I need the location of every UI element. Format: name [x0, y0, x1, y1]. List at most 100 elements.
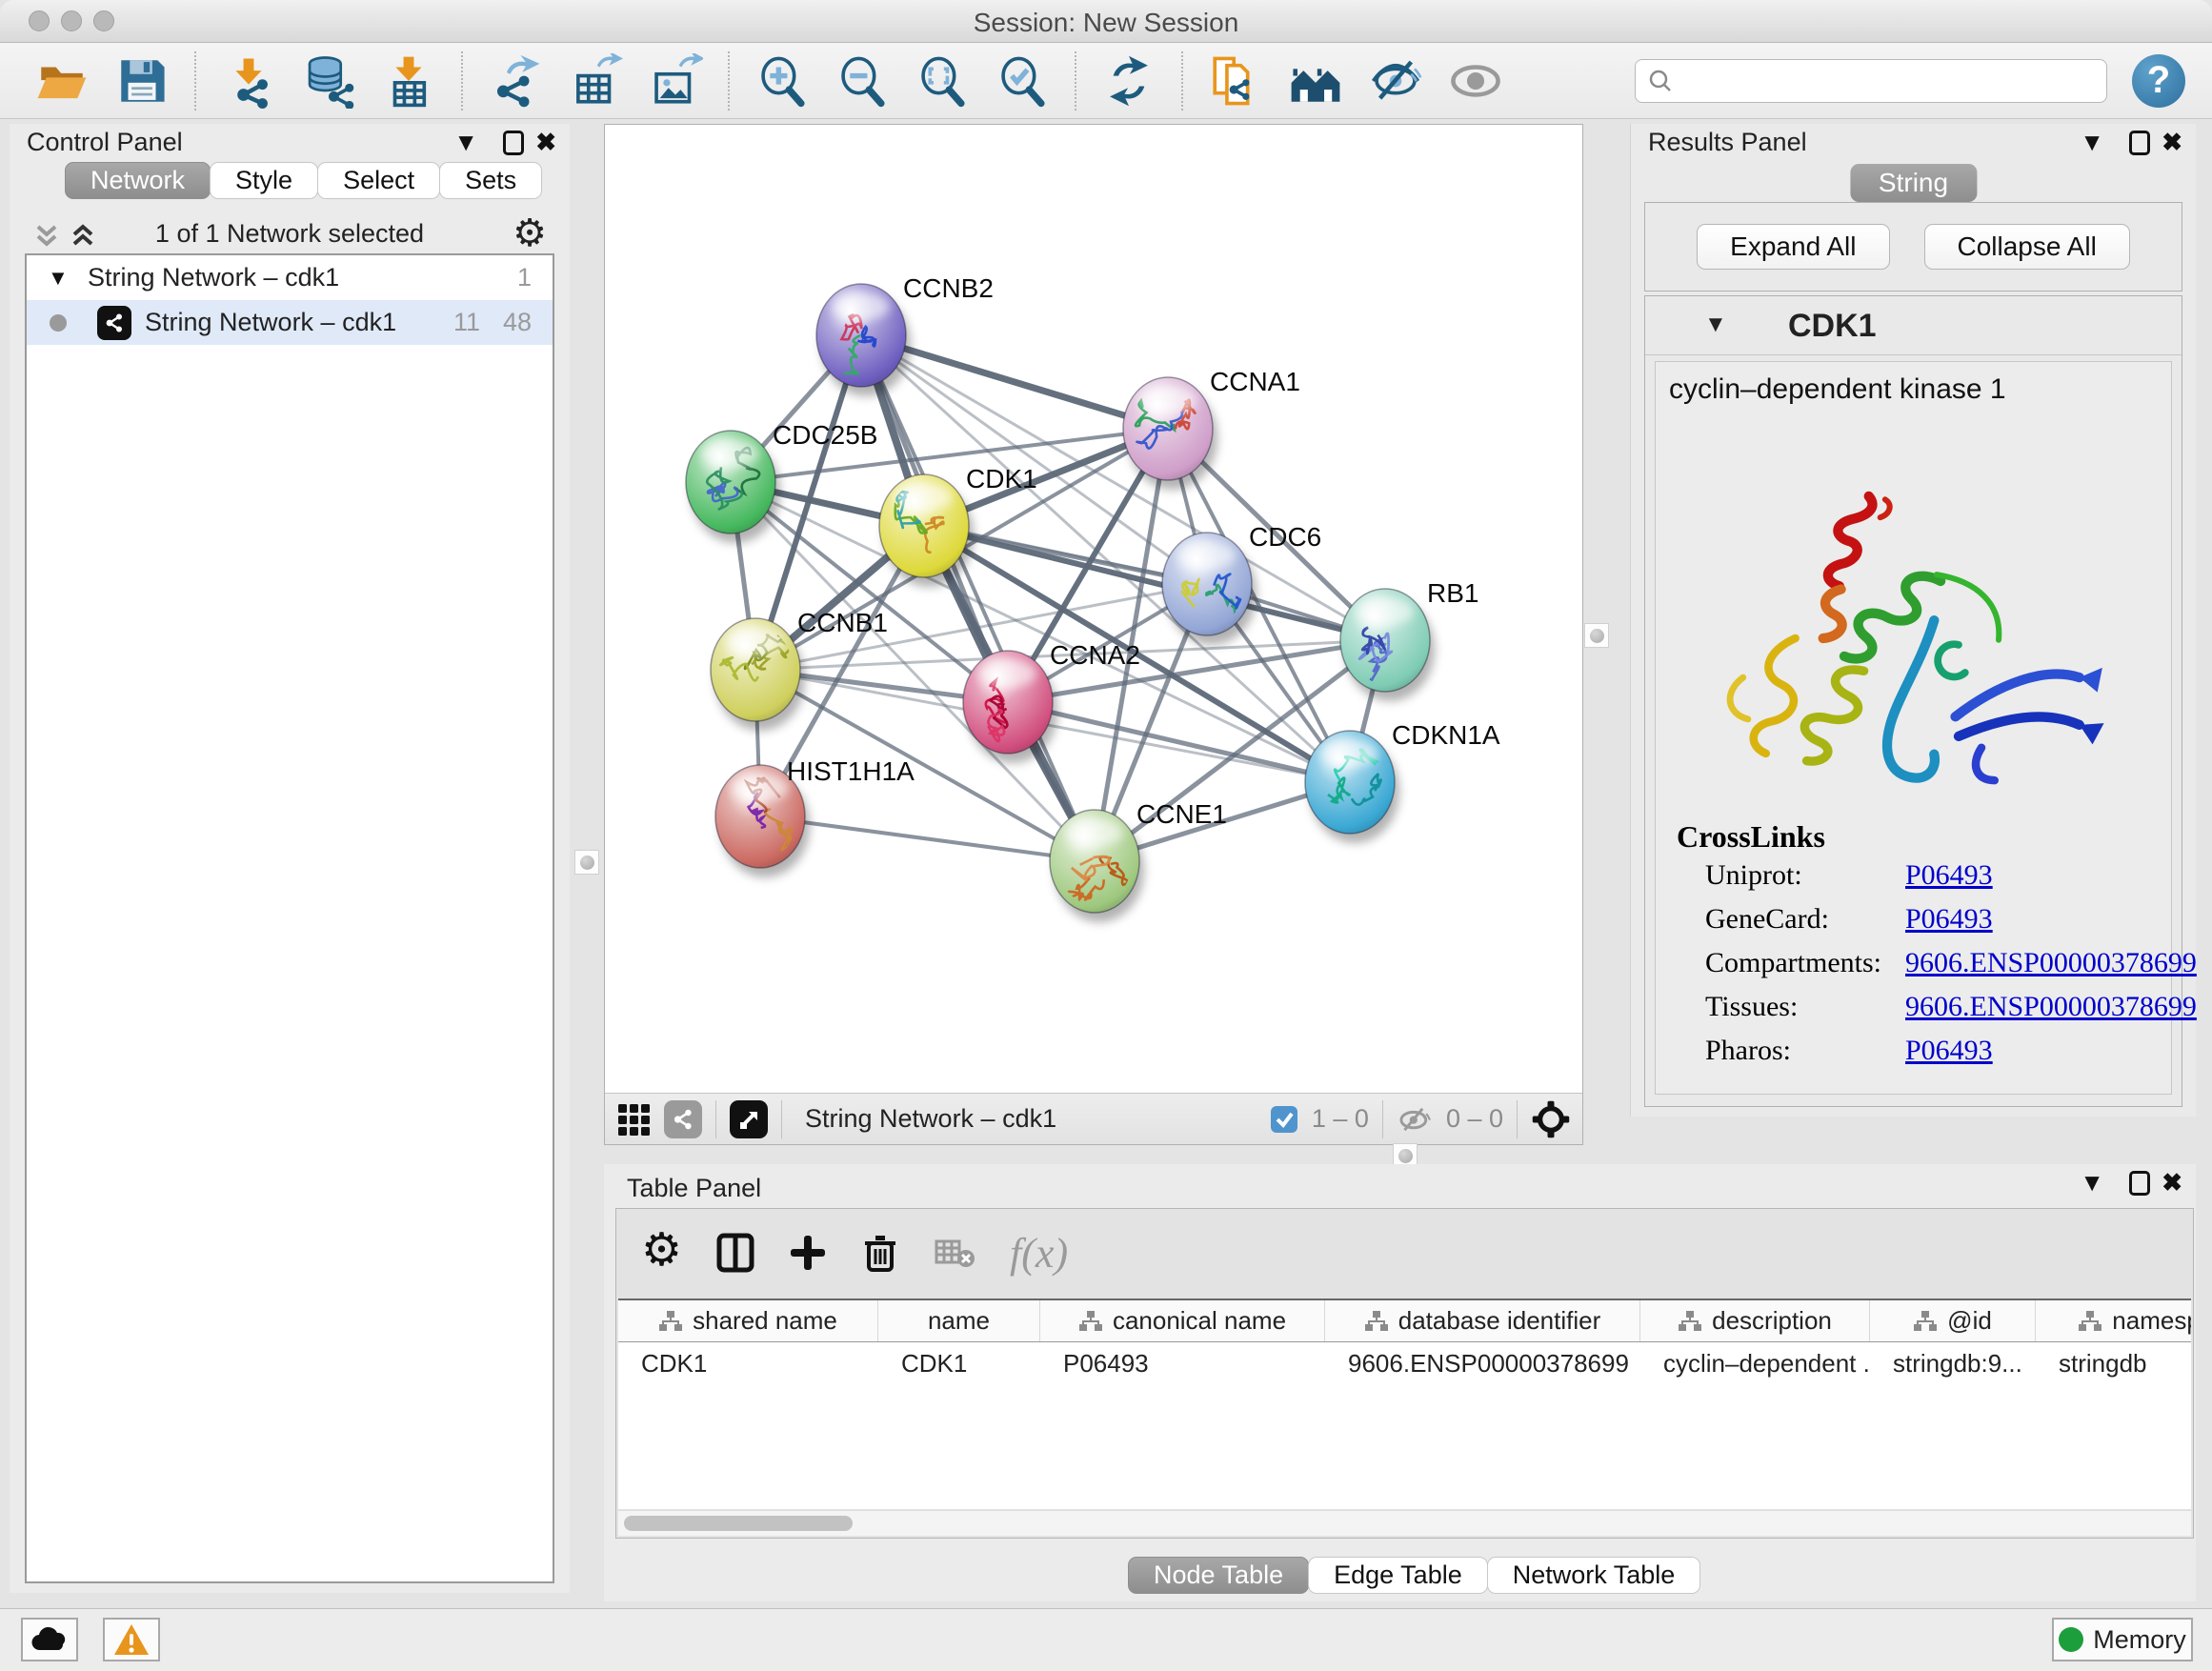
collapse-all-button[interactable]: Collapse All: [1924, 224, 2130, 270]
share-view-icon[interactable]: [664, 1100, 702, 1138]
crosslink-link[interactable]: P06493: [1905, 903, 1993, 936]
column-header[interactable]: description: [1640, 1300, 1870, 1341]
delete-column-trash-icon[interactable]: [859, 1232, 901, 1274]
import-network-database-icon[interactable]: [301, 53, 356, 109]
network-node-hist1h1a[interactable]: HIST1H1A: [715, 756, 915, 877]
crosslink-link[interactable]: P06493: [1905, 1035, 1993, 1067]
node-table[interactable]: shared namenamecanonical namedatabase id…: [618, 1299, 2191, 1509]
warnings-button[interactable]: [103, 1618, 160, 1661]
gene-expander-icon[interactable]: ▼: [1704, 312, 1727, 338]
column-header[interactable]: namespace: [2036, 1300, 2191, 1341]
status-bar: Memory: [0, 1608, 2212, 1671]
vertical-splitter-handle[interactable]: [574, 850, 599, 875]
cloud-status-button[interactable]: [21, 1618, 78, 1661]
documents-share-icon[interactable]: [1208, 53, 1263, 109]
column-type-icon: [1078, 1310, 1103, 1333]
pan-crosshair-icon[interactable]: [1531, 1099, 1571, 1139]
table-settings-gear-icon[interactable]: ⚙: [641, 1223, 682, 1277]
crosslink-link[interactable]: 9606.ENSP00000378699: [1905, 947, 2197, 979]
tab-edge-table[interactable]: Edge Table: [1308, 1557, 1488, 1594]
tab-network[interactable]: Network: [65, 162, 211, 199]
zoom-fit-icon[interactable]: [915, 53, 970, 109]
network-edge[interactable]: [760, 816, 1095, 861]
collection-expander-icon[interactable]: ▼: [48, 266, 69, 291]
float-panel-icon[interactable]: [503, 131, 524, 155]
show-columns-icon[interactable]: [714, 1232, 756, 1274]
zoom-in-icon[interactable]: [754, 53, 810, 109]
column-header[interactable]: @id: [1870, 1300, 2036, 1341]
network-node-cdkn1a[interactable]: CDKN1A: [1305, 720, 1500, 843]
tab-style[interactable]: Style: [210, 162, 318, 199]
houses-icon[interactable]: [1288, 53, 1343, 109]
network-row[interactable]: String Network – cdk1 11 48: [27, 300, 553, 345]
network-node-cdc6[interactable]: CDC6: [1162, 522, 1321, 645]
gene-symbol: CDK1: [1788, 308, 1877, 345]
tab-select[interactable]: Select: [317, 162, 440, 199]
table-cell[interactable]: CDK1: [878, 1342, 1040, 1384]
column-header[interactable]: name: [878, 1300, 1040, 1341]
column-header[interactable]: canonical name: [1040, 1300, 1325, 1341]
tab-string[interactable]: String: [1850, 164, 1977, 202]
table-cell[interactable]: P06493: [1040, 1342, 1325, 1384]
network-collection-row[interactable]: ▼ String Network – cdk1 1: [27, 255, 553, 300]
help-button[interactable]: ?: [2132, 54, 2185, 108]
table-cell[interactable]: cyclin–dependent ...: [1640, 1342, 1870, 1384]
import-table-file-icon[interactable]: [381, 53, 436, 109]
table-cell[interactable]: 9606.ENSP00000378699: [1325, 1342, 1640, 1384]
crosslink-link[interactable]: 9606.ENSP00000378699: [1905, 991, 2197, 1023]
expand-all-button[interactable]: Expand All: [1697, 224, 1889, 270]
hidden-eye-icon[interactable]: [1397, 1103, 1433, 1136]
open-session-icon[interactable]: [34, 53, 90, 109]
refresh-icon[interactable]: [1101, 53, 1156, 109]
crosslink-link[interactable]: P06493: [1905, 859, 1993, 892]
zoom-out-icon[interactable]: [835, 53, 890, 109]
gene-header[interactable]: ▼ CDK1: [1645, 296, 2182, 355]
add-column-icon[interactable]: [789, 1234, 827, 1272]
export-table-icon[interactable]: [568, 53, 623, 109]
column-header[interactable]: shared name: [618, 1300, 878, 1341]
save-session-icon[interactable]: [114, 53, 170, 109]
table-cell[interactable]: stringdb:9...: [1870, 1342, 2036, 1384]
network-list: ▼ String Network – cdk1 1 String Network…: [25, 253, 554, 1583]
network-node-rb1[interactable]: RB1: [1340, 578, 1478, 701]
network-canvas[interactable]: CCNB2CCNA1CDC25BCDK1CDC6RB1CCNB1CCNA2CDK…: [605, 125, 1582, 1093]
panel-menu-icon[interactable]: ▼: [2080, 128, 2104, 157]
birdseye-view-icon[interactable]: [730, 1100, 768, 1138]
tab-node-table[interactable]: Node Table: [1128, 1557, 1309, 1594]
column-type-icon: [1364, 1310, 1389, 1333]
export-network-icon[interactable]: [488, 53, 543, 109]
eye-icon[interactable]: [1448, 53, 1503, 109]
panel-menu-icon[interactable]: ▼: [453, 128, 478, 157]
table-horizontal-scrollbar[interactable]: [618, 1510, 2191, 1536]
export-image-icon[interactable]: [648, 53, 703, 109]
network-node-cdk1[interactable]: CDK1: [879, 464, 1037, 587]
close-panel-icon[interactable]: ✖: [535, 128, 556, 157]
function-builder-icon[interactable]: f(x): [1010, 1229, 1068, 1278]
panel-menu-icon[interactable]: ▼: [2080, 1168, 2104, 1198]
close-panel-icon[interactable]: ✖: [2162, 1168, 2182, 1198]
grid-view-icon[interactable]: [616, 1102, 651, 1137]
selected-checkbox-icon[interactable]: [1270, 1105, 1298, 1134]
float-panel-icon[interactable]: [2129, 131, 2150, 155]
close-panel-icon[interactable]: ✖: [2162, 128, 2182, 157]
network-node-ccne1[interactable]: CCNE1: [1050, 799, 1227, 922]
scrollbar-thumb[interactable]: [624, 1516, 853, 1531]
import-network-file-icon[interactable]: [221, 53, 276, 109]
tab-network-table[interactable]: Network Table: [1487, 1557, 1701, 1594]
table-row[interactable]: CDK1CDK1P064939606.ENSP00000378699cyclin…: [618, 1342, 2191, 1384]
network-node-ccnb2[interactable]: CCNB2: [816, 273, 994, 396]
table-cell[interactable]: CDK1: [618, 1342, 878, 1384]
float-panel-icon[interactable]: [2129, 1171, 2150, 1196]
search-input[interactable]: [1681, 66, 2095, 95]
delete-table-icon[interactable]: [934, 1234, 977, 1272]
network-node-ccnb1[interactable]: CCNB1: [711, 608, 888, 731]
window-titlebar: Session: New Session: [0, 0, 2212, 43]
eye-slash-icon[interactable]: [1368, 53, 1423, 109]
network-options-gear-icon[interactable]: ⚙: [513, 211, 547, 255]
memory-button[interactable]: Memory: [2052, 1618, 2193, 1661]
column-header[interactable]: database identifier: [1325, 1300, 1640, 1341]
zoom-selected-icon[interactable]: [995, 53, 1050, 109]
vertical-splitter-handle[interactable]: [1584, 623, 1609, 648]
tab-sets[interactable]: Sets: [439, 162, 542, 199]
table-cell[interactable]: stringdb: [2036, 1342, 2191, 1384]
